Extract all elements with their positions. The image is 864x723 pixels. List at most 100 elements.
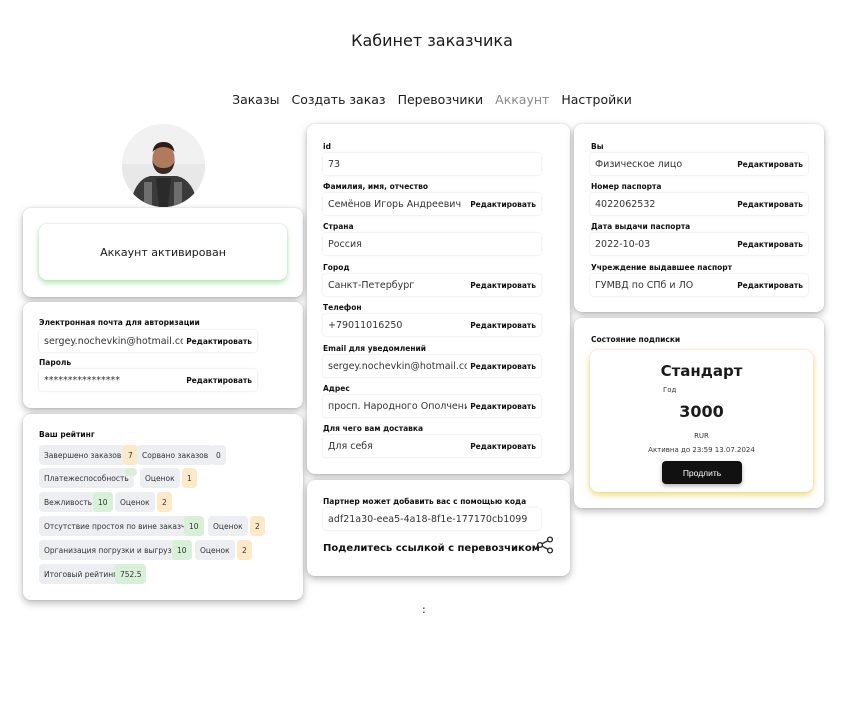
passport-date-value: 2022-10-03 [595, 238, 651, 250]
plan-valid-until: Активна до 23:59 13.07.2024 [648, 446, 755, 454]
password-field: **************** Редактировать [39, 369, 257, 391]
edit-passport-date-button[interactable]: Редактировать [734, 233, 803, 255]
notify-email-label: Email для уведомлений [323, 344, 427, 353]
share-icon[interactable] [536, 536, 554, 554]
rating-downtime-label: Отсутствие простоя по вине заказчика [39, 516, 205, 536]
nav-settings[interactable]: Настройки [561, 92, 632, 107]
rating-completed-value: 7 [123, 445, 138, 465]
passport-card: Вы Физическое лицо Редактировать Номер п… [574, 124, 824, 312]
edit-address-button[interactable]: Редактировать [467, 395, 536, 417]
address-label: Адрес [323, 384, 350, 393]
id-field: 73 [323, 153, 541, 175]
passport-date-field: 2022-10-03 Редактировать [590, 233, 808, 255]
rating-solvency-score: 1 [182, 468, 197, 488]
address-field: просп. Народного Ополчения, 147 Редактир… [323, 395, 541, 417]
account-status-card: Аккаунт активирован [23, 208, 303, 297]
name-label: Фамилия, имя, отчество [323, 182, 428, 191]
email-label: Электронная почта для авторизации [39, 318, 200, 327]
footer-text: : [422, 603, 426, 616]
rating-total-label: Итоговый рейтинг [39, 564, 123, 584]
extend-subscription-button[interactable]: Продлить [662, 461, 742, 484]
id-value: 73 [328, 158, 341, 170]
plan-period: Год [663, 386, 677, 394]
passport-number-label: Номер паспорта [591, 182, 662, 191]
edit-purpose-button[interactable]: Редактировать [467, 435, 536, 457]
passport-issuer-label: Учреждение выдавшее паспорт [591, 263, 733, 272]
profile-card: id 73 Фамилия, имя, отчество Семёнов Иго… [307, 124, 570, 474]
plan-price: 3000 [679, 402, 724, 421]
passport-date-label: Дата выдачи паспорта [591, 222, 691, 231]
rating-politeness-value: 10 [93, 492, 113, 512]
subscription-card: Состояние подписки Стандарт Год 3000 RUR… [574, 318, 824, 508]
country-value: Россия [328, 238, 362, 250]
person-type-label: Вы [591, 142, 604, 151]
country-field: Россия [323, 233, 541, 255]
edit-name-button[interactable]: Редактировать [467, 193, 536, 215]
auth-email-value: sergey.nochevkin@hotmail.com [44, 335, 196, 347]
city-label: Город [323, 263, 350, 272]
partner-code-value: adf21a30-eea5-4a18-8f1e-177170cb1099 [328, 513, 528, 525]
id-label: id [323, 142, 331, 151]
auth-email-field: sergey.nochevkin@hotmail.com Редактирова… [39, 330, 257, 352]
name-field: Семёнов Игорь Андреевич Редактировать [323, 193, 541, 215]
passport-number-field: 4022062532 Редактировать [590, 193, 808, 215]
rating-loading-value: 10 [172, 540, 192, 560]
nav-carriers[interactable]: Перевозчики [398, 92, 484, 107]
plan-currency: RUR [694, 432, 709, 440]
rating-total-value: 752.5 [115, 564, 147, 584]
rating-politeness-score-label: Оценок [115, 492, 155, 512]
phone-field: +79011016250 Редактировать [323, 314, 541, 336]
passport-issuer-field: ГУМВД по СПб и ЛО Редактировать [590, 274, 808, 296]
rating-loading-score: 2 [237, 540, 252, 560]
edit-email-button[interactable]: Редактировать [183, 330, 252, 352]
share-link-text[interactable]: Поделитесь ссылкой с перевозчиком [323, 543, 540, 554]
nav-account[interactable]: Аккаунт [495, 92, 549, 107]
edit-passport-issuer-button[interactable]: Редактировать [734, 274, 803, 296]
purpose-label: Для чего вам доставка [323, 424, 424, 433]
rating-loading-label: Организация погрузки и выгрузки [39, 540, 186, 560]
edit-password-button[interactable]: Редактировать [183, 369, 252, 391]
rating-politeness-label: Вежливость [39, 492, 98, 512]
main-nav: Заказы Создать заказ Перевозчики Аккаунт… [0, 92, 864, 107]
person-type-field: Физическое лицо Редактировать [590, 153, 808, 175]
person-type-value: Физическое лицо [595, 158, 683, 170]
city-value: Санкт-Петербург [328, 279, 415, 291]
nav-create-order[interactable]: Создать заказ [291, 92, 385, 107]
notify-email-value: sergey.nochevkin@hotmail.com [328, 360, 480, 372]
page-title: Кабинет заказчика [351, 31, 513, 50]
avatar-photo [122, 124, 205, 207]
city-field: Санкт-Петербург Редактировать [323, 274, 541, 296]
edit-passport-number-button[interactable]: Редактировать [734, 193, 803, 215]
purpose-field: Для себя Редактировать [323, 435, 541, 457]
edit-city-button[interactable]: Редактировать [467, 274, 536, 296]
rating-completed-label: Завершено заказов [39, 445, 127, 465]
rating-downtime-value: 10 [184, 516, 204, 536]
passport-issuer-value: ГУМВД по СПб и ЛО [595, 279, 694, 291]
edit-person-type-button[interactable]: Редактировать [734, 153, 803, 175]
rating-downtime-score: 2 [250, 516, 265, 536]
rating-failed-value: 0 [211, 445, 226, 465]
auth-card: Электронная почта для авторизации sergey… [23, 302, 303, 408]
partner-code-field: adf21a30-eea5-4a18-8f1e-177170cb1099 [323, 508, 541, 530]
subscription-plan-card: Стандарт Год 3000 RUR Активна до 23:59 1… [590, 350, 813, 492]
phone-label: Телефон [323, 303, 362, 312]
rating-downtime-score-label: Оценок [208, 516, 248, 536]
avatar[interactable] [122, 124, 205, 207]
name-value: Семёнов Игорь Андреевич [328, 198, 462, 210]
rating-solvency-value [125, 468, 137, 476]
purpose-value: Для себя [328, 440, 373, 452]
account-status-badge: Аккаунт активирован [39, 224, 287, 280]
nav-orders[interactable]: Заказы [232, 92, 279, 107]
edit-phone-button[interactable]: Редактировать [467, 314, 536, 336]
subscription-label: Состояние подписки [591, 335, 681, 344]
password-value: **************** [44, 374, 120, 386]
plan-name: Стандарт [660, 362, 743, 380]
passport-number-value: 4022062532 [595, 198, 656, 210]
rating-solvency-score-label: Оценок [140, 468, 180, 488]
rating-solvency-label: Платежеспособность [39, 468, 134, 488]
rating-card: Ваш рейтинг Завершено заказов 7 Сорвано … [23, 414, 303, 600]
partner-code-label: Партнер может добавить вас с помощью код… [323, 497, 527, 506]
rating-politeness-score: 2 [157, 492, 172, 512]
edit-notify-email-button[interactable]: Редактировать [467, 355, 536, 377]
country-label: Страна [323, 222, 354, 231]
